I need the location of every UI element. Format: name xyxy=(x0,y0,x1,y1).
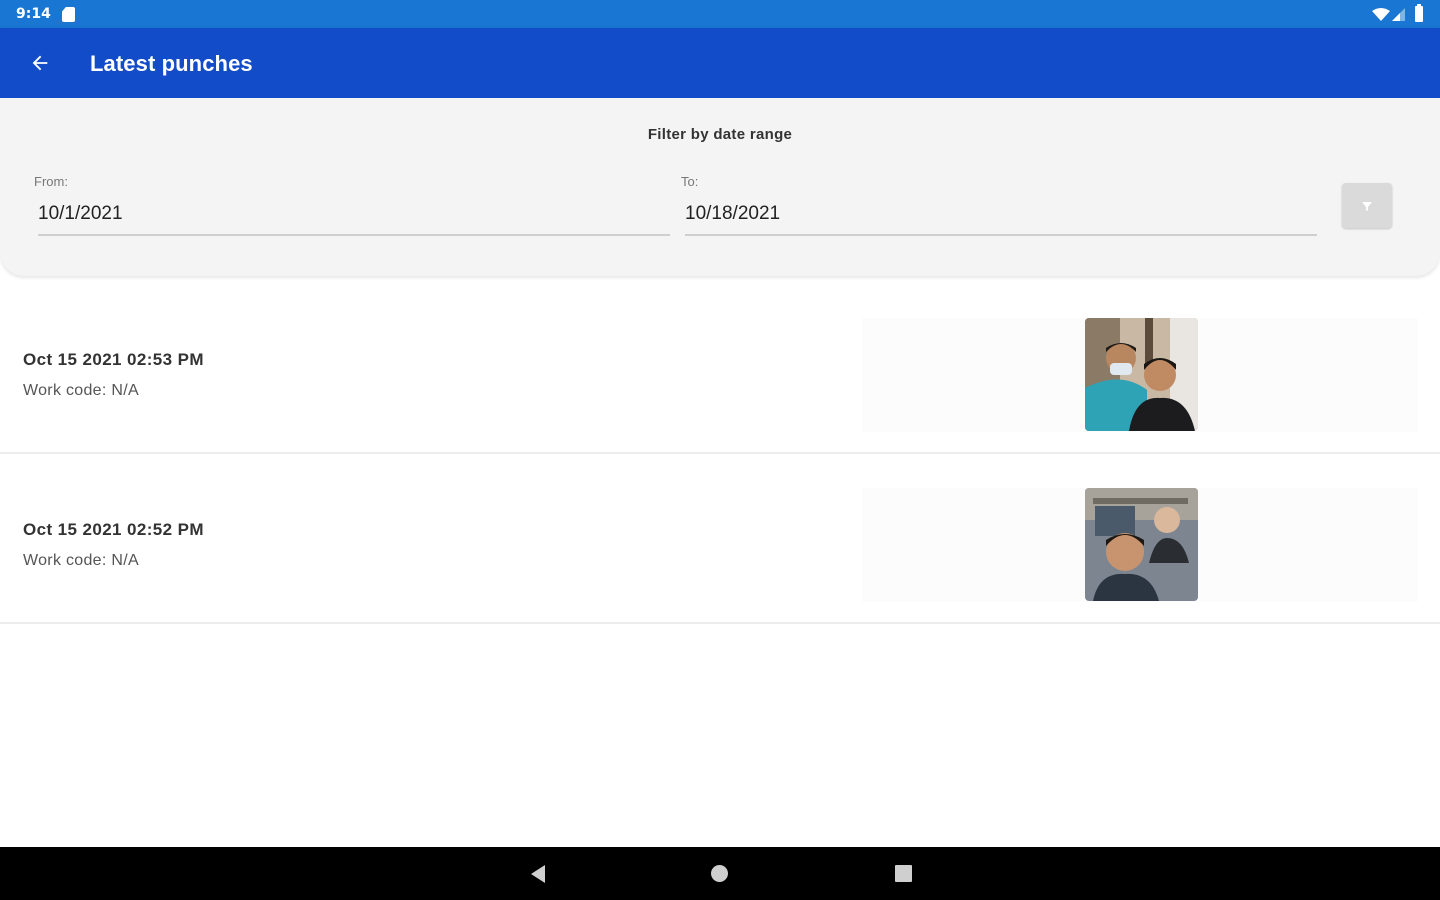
wifi-icon xyxy=(1372,8,1390,21)
page-title: Latest punches xyxy=(90,51,253,76)
date-filter-panel: Filter by date range From: To: xyxy=(0,98,1440,276)
punch-list: Oct 15 2021 02:53 PM Work code: N/A Oct … xyxy=(0,284,1440,624)
filter-title: Filter by date range xyxy=(647,126,793,143)
arrow-back-icon xyxy=(32,55,48,71)
nav-home-icon[interactable] xyxy=(711,865,728,882)
filter-icon xyxy=(1362,201,1372,211)
back-button[interactable] xyxy=(20,43,60,83)
to-date-input[interactable] xyxy=(685,200,1317,236)
filter-button[interactable] xyxy=(1342,183,1392,228)
app-bar: Latest punches xyxy=(0,28,1440,98)
nav-recents-icon[interactable] xyxy=(895,865,912,882)
punch-datetime: Oct 15 2021 02:52 PM xyxy=(23,520,204,539)
sd-card-icon xyxy=(62,7,75,22)
selfie-photo[interactable] xyxy=(1085,488,1198,601)
status-time: 9:14 xyxy=(16,6,51,22)
from-date-input[interactable] xyxy=(38,200,670,236)
list-item[interactable]: Oct 15 2021 02:52 PM Work code: N/A xyxy=(0,454,1440,624)
signal-icon xyxy=(1392,8,1405,21)
status-bar: 9:14 xyxy=(0,0,1440,28)
nav-back-icon[interactable] xyxy=(529,864,547,884)
punch-work-code: Work code: N/A xyxy=(23,382,139,399)
punch-datetime: Oct 15 2021 02:53 PM xyxy=(23,350,204,369)
list-item[interactable]: Oct 15 2021 02:53 PM Work code: N/A xyxy=(0,284,1440,454)
battery-icon xyxy=(1415,4,1423,22)
to-label: To: xyxy=(681,174,699,189)
selfie-photo[interactable] xyxy=(1085,318,1198,431)
from-label: From: xyxy=(34,174,68,189)
punch-work-code: Work code: N/A xyxy=(23,552,139,569)
navigation-bar xyxy=(0,847,1440,900)
